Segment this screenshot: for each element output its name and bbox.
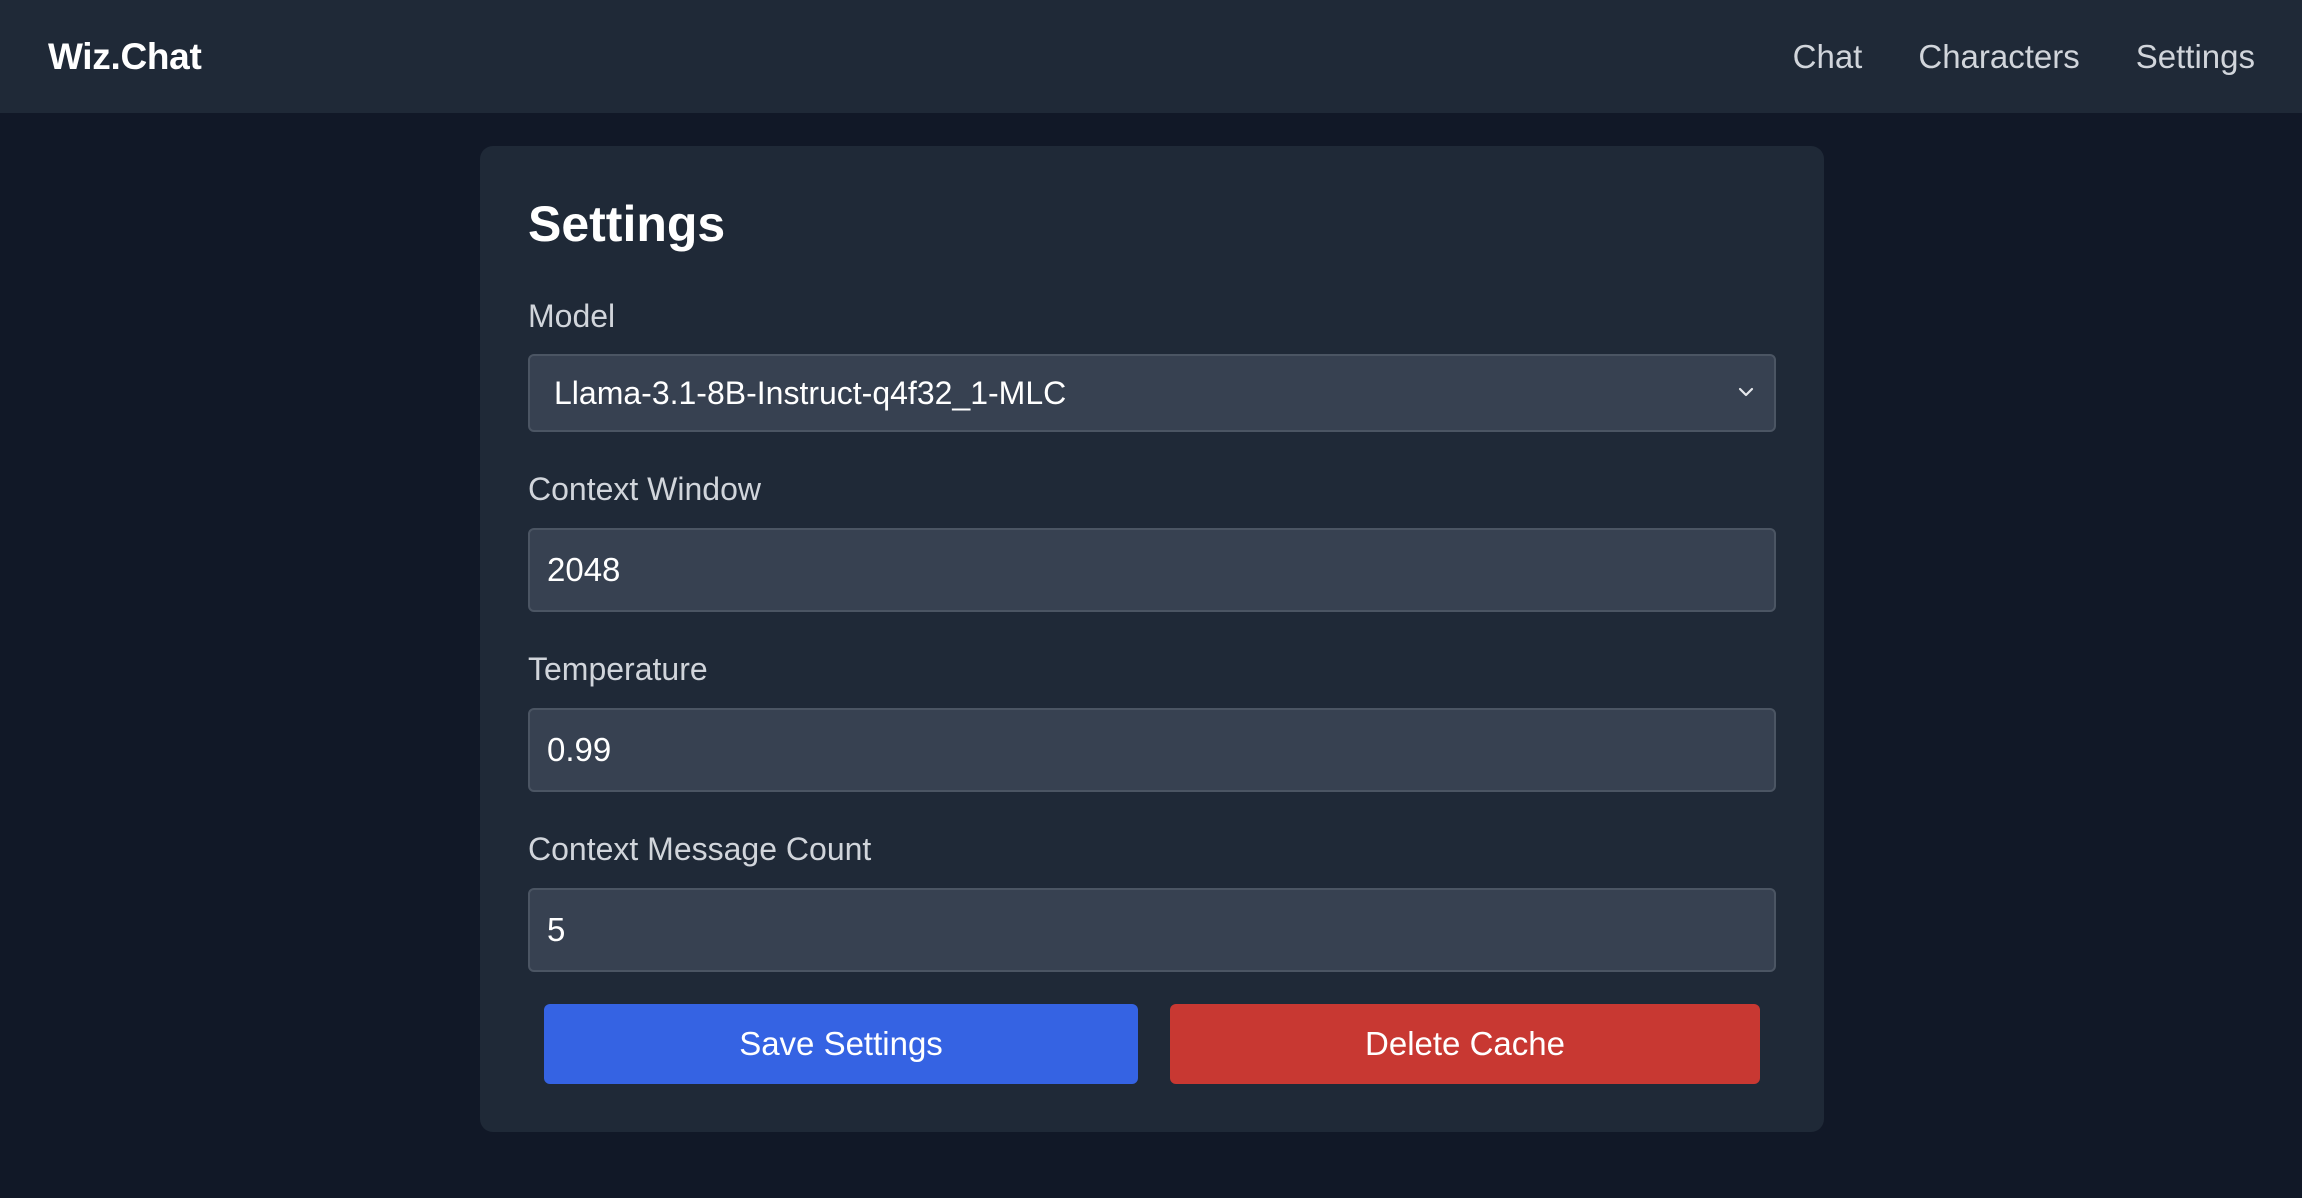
nav-link-chat[interactable]: Chat [1793, 38, 1863, 76]
top-navbar: Wiz.Chat Chat Characters Settings [0, 0, 2302, 113]
settings-card: Settings Model Llama-3.1-8B-Instruct-q4f… [480, 146, 1824, 1132]
context-message-count-input[interactable] [528, 888, 1776, 972]
nav-link-settings[interactable]: Settings [2136, 38, 2255, 76]
temperature-input[interactable] [528, 708, 1776, 792]
save-settings-button[interactable]: Save Settings [544, 1004, 1138, 1084]
chevron-down-icon [1738, 387, 1754, 397]
model-select[interactable]: Llama-3.1-8B-Instruct-q4f32_1-MLC [528, 354, 1776, 432]
context-message-count-label: Context Message Count [528, 831, 872, 867]
temperature-label: Temperature [528, 651, 708, 687]
model-label: Model [528, 298, 616, 334]
context-window-input[interactable] [528, 528, 1776, 612]
context-window-label: Context Window [528, 471, 761, 507]
page-title: Settings [528, 196, 726, 252]
main-nav: Chat Characters Settings [1737, 38, 2255, 76]
brand-logo[interactable]: Wiz.Chat [48, 36, 202, 78]
nav-link-characters[interactable]: Characters [1918, 38, 2079, 76]
delete-cache-button[interactable]: Delete Cache [1170, 1004, 1760, 1084]
model-select-value: Llama-3.1-8B-Instruct-q4f32_1-MLC [554, 374, 1067, 411]
